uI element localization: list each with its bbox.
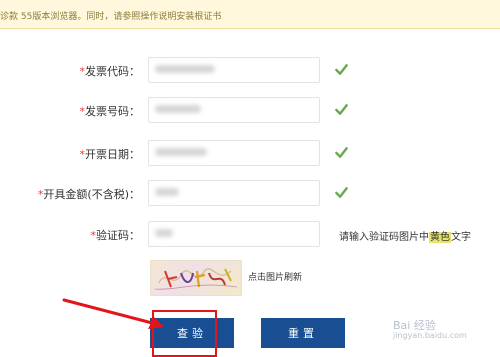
notice-bar: 诊款 55版本浏览器。同时，请参照操作说明安装根证书 bbox=[0, 0, 500, 29]
reset-button[interactable]: 重置 bbox=[261, 318, 345, 348]
invoice-date-input[interactable] bbox=[148, 140, 320, 166]
captcha-glyphs bbox=[154, 268, 238, 290]
captcha-hint-highlight: 黄色 bbox=[429, 232, 451, 243]
check-icon bbox=[335, 187, 348, 198]
invoice-number-input[interactable] bbox=[148, 97, 320, 123]
form-row-captcha: *验证码： 请输入验证码图片中黄色文字 bbox=[0, 221, 500, 249]
field-label-text: 验证码： bbox=[96, 229, 140, 242]
captcha-image[interactable] bbox=[150, 260, 242, 296]
check-icon bbox=[335, 64, 348, 75]
form-row-invoice-date: *开票日期： bbox=[0, 140, 500, 168]
field-label-text: 发票代码： bbox=[85, 65, 140, 78]
captcha-hint-before: 请输入验证码图片中 bbox=[339, 232, 429, 243]
captcha-refresh-text[interactable]: 点击图片刷新 bbox=[248, 270, 302, 283]
field-label: *发票号码： bbox=[80, 103, 141, 119]
field-label-text: 发票号码： bbox=[85, 105, 140, 118]
watermark-url: jingyan.baidu.com bbox=[393, 331, 467, 340]
form-row-amount: *开具金额(不含税)： bbox=[0, 180, 500, 208]
check-icon bbox=[335, 147, 348, 158]
field-label-text: 开票日期： bbox=[85, 148, 140, 161]
notice-text: 诊款 55版本浏览器。同时，请参照操作说明安装根证书 bbox=[0, 9, 300, 22]
field-label: *验证码： bbox=[91, 227, 141, 243]
form-row-invoice-number: *发票号码： bbox=[0, 97, 500, 125]
field-label: *开具金额(不含税)： bbox=[38, 186, 140, 202]
field-label-text: 开具金额(不含税)： bbox=[43, 188, 140, 201]
arrow-annotation-icon bbox=[62, 298, 164, 329]
captcha-hint: 请输入验证码图片中黄色文字 bbox=[339, 228, 471, 243]
field-label: *发票代码： bbox=[80, 63, 141, 79]
check-icon bbox=[335, 104, 348, 115]
captcha-input[interactable] bbox=[148, 221, 320, 247]
amount-input[interactable] bbox=[148, 180, 320, 206]
field-label: *开票日期： bbox=[80, 146, 141, 162]
invoice-code-input[interactable] bbox=[148, 57, 320, 83]
form-row-invoice-code: *发票代码： bbox=[0, 57, 500, 85]
captcha-hint-after: 文字 bbox=[451, 232, 471, 243]
